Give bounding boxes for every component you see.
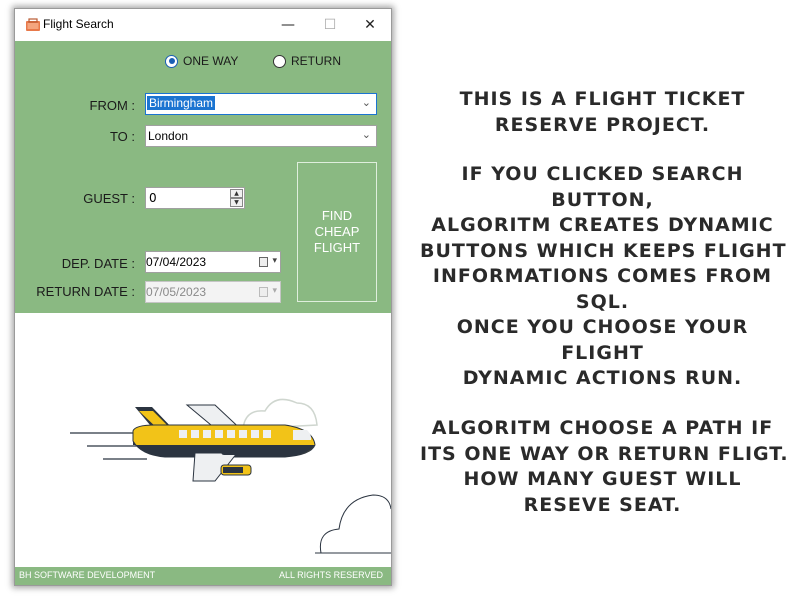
- close-button[interactable]: ✕: [349, 9, 391, 41]
- to-select[interactable]: London ⌄: [145, 125, 377, 147]
- desc-line: DYNAMIC ACTIONS RUN.: [462, 367, 743, 389]
- minimize-button[interactable]: —: [267, 9, 309, 41]
- chevron-down-icon[interactable]: ⌄: [362, 96, 371, 109]
- desc-line: SQL.: [575, 290, 630, 313]
- desc-line: ALGORITM CHOOSE A PATH IF: [431, 417, 774, 439]
- find-button-line3[interactable]: FLIGHT: [307, 240, 367, 256]
- status-left: BH SOFTWARE DEVELOPMENT: [19, 570, 156, 580]
- airplane-icon: [70, 398, 392, 554]
- one-way-radio[interactable]: ONE WAY: [165, 53, 238, 69]
- chevron-down-icon[interactable]: ⌄: [362, 128, 371, 141]
- dep-date-picker[interactable]: 07/04/2023 ▾: [145, 251, 281, 273]
- maximize-button[interactable]: ☐: [309, 9, 351, 41]
- description-block-3: ALGORITM CHOOSE A PATH IF ITS ONE WAY OR…: [420, 416, 789, 518]
- desc-line: RESEVE SEAT.: [523, 493, 682, 516]
- radio-checked-icon[interactable]: [165, 54, 178, 68]
- desc-line: ITS ONE WAY OR RETURN FLIGT.: [420, 442, 789, 465]
- desc-line: HOW MANY GUEST WILL: [463, 468, 742, 490]
- dropdown-arrow-icon[interactable]: ▾: [272, 255, 277, 266]
- guest-label: GUEST :: [83, 191, 135, 206]
- dropdown-arrow-icon: ▾: [272, 285, 277, 295]
- desc-line: IF YOU CLICKED SEARCH: [461, 163, 744, 185]
- return-date-label: RETURN DATE :: [36, 284, 135, 299]
- to-label: TO :: [109, 129, 135, 144]
- from-select[interactable]: Birmingham ⌄: [145, 93, 377, 115]
- status-bar: BH SOFTWARE DEVELOPMENT ALL RIGHTS RESER…: [15, 567, 391, 585]
- guest-stepper[interactable]: 0 ▲ ▼: [145, 187, 245, 209]
- desc-line: BUTTON,: [551, 188, 654, 211]
- window-title: Flight Search: [43, 17, 114, 31]
- calendar-icon[interactable]: [259, 257, 268, 267]
- title-bar[interactable]: Flight Search — ☐ ✕: [15, 9, 391, 41]
- return-date-picker: 07/05/2023 ▾: [145, 281, 281, 303]
- spin-down-icon[interactable]: ▼: [230, 198, 243, 207]
- desc-line: ALGORITM CREATES DYNAMIC: [431, 214, 774, 236]
- desc-line: BUTTONS WHICH KEEPS FLIGHT: [420, 239, 787, 262]
- status-right: ALL RIGHTS RESERVED: [278, 570, 383, 580]
- calendar-icon: [259, 287, 268, 297]
- to-value[interactable]: London: [148, 129, 188, 143]
- dep-date-value[interactable]: 07/04/2023: [146, 255, 206, 269]
- description-block-2: IF YOU CLICKED SEARCH BUTTON, ALGORITM C…: [420, 162, 787, 392]
- desc-line: INFORMATIONS COMES FROM: [432, 265, 773, 287]
- return-label[interactable]: RETURN: [291, 54, 341, 68]
- airplane-illustration: [15, 313, 392, 567]
- from-value[interactable]: Birmingham: [147, 96, 216, 110]
- guest-value[interactable]: 0: [149, 191, 157, 205]
- desc-line: THIS IS A FLIGHT TICKET: [459, 88, 746, 110]
- search-form-panel: ONE WAY RETURN FROM : Birmingham ⌄ TO : …: [15, 41, 391, 313]
- app-icon: [26, 18, 40, 31]
- return-date-value: 07/05/2023: [146, 285, 207, 299]
- dep-date-label: DEP. DATE :: [61, 256, 135, 271]
- from-label: FROM :: [89, 98, 136, 113]
- return-radio[interactable]: RETURN: [273, 53, 341, 69]
- one-way-label[interactable]: ONE WAY: [183, 54, 238, 68]
- find-button-line2[interactable]: CHEAP: [307, 224, 367, 240]
- spin-up-icon[interactable]: ▲: [230, 189, 243, 198]
- desc-line: FLIGHT: [561, 341, 644, 364]
- flight-search-window: Flight Search — ☐ ✕ ONE WAY RETURN FROM …: [14, 8, 392, 586]
- description-block-1: THIS IS A FLIGHT TICKET RESERVE PROJECT.: [420, 87, 785, 138]
- find-cheap-flight-button[interactable]: FIND CHEAP FLIGHT: [297, 162, 377, 302]
- radio-unchecked-icon[interactable]: [273, 54, 286, 68]
- desc-line: RESERVE PROJECT.: [494, 113, 711, 136]
- find-button-line1[interactable]: FIND: [307, 208, 367, 224]
- desc-line: ONCE YOU CHOOSE YOUR: [456, 316, 749, 338]
